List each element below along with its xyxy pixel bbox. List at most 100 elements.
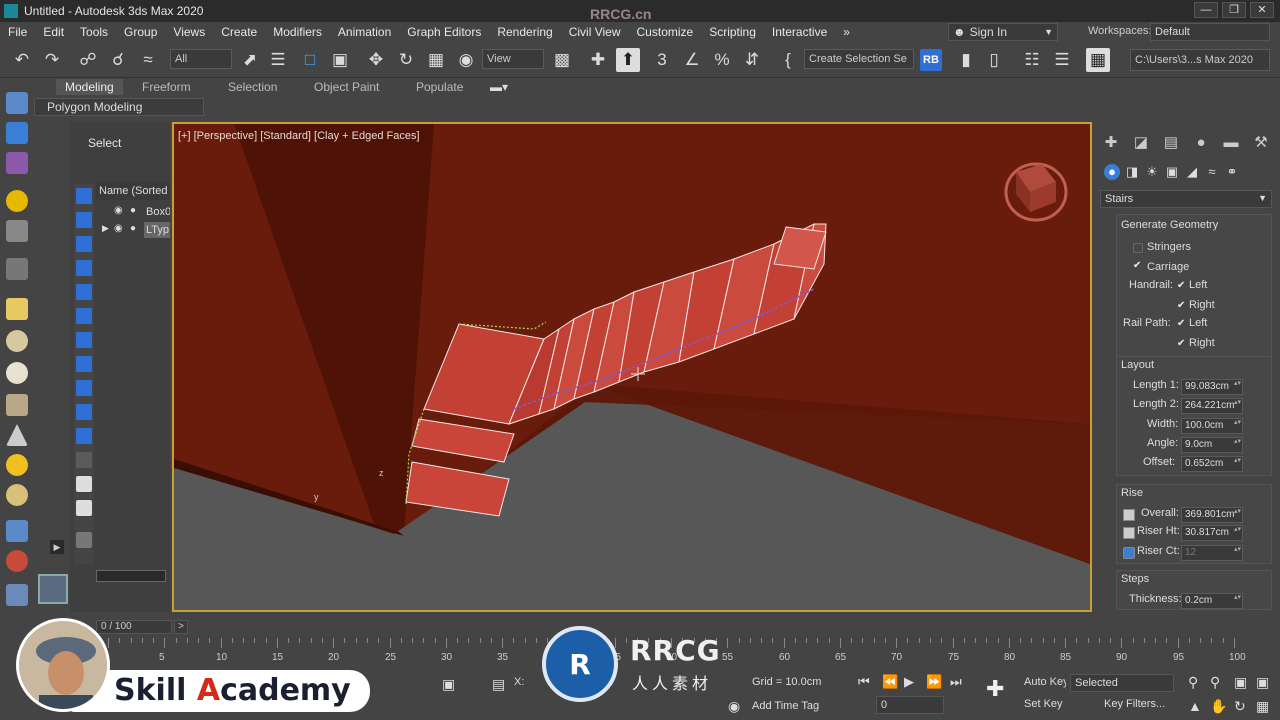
pivot-icon[interactable]: ▩ (550, 48, 574, 72)
placement-icon[interactable]: ◉ (454, 48, 478, 72)
project-path-field[interactable]: C:\Users\3...s Max 2020 (1130, 49, 1270, 71)
set-key-mode-icon[interactable]: ✚ (986, 676, 1004, 702)
plane-icon[interactable] (6, 298, 28, 320)
explorer-scrollbar[interactable] (96, 570, 166, 582)
name-column-header[interactable]: Name (Sorted A (96, 182, 170, 200)
pan-icon[interactable]: ✋ (1210, 698, 1227, 715)
keyboard-shortcut-icon[interactable]: ⬆ (616, 48, 640, 72)
rb-button[interactable]: RB (920, 49, 942, 71)
workspace-dropdown[interactable]: Default (1150, 23, 1270, 41)
auto-key-button[interactable]: Auto Key (1020, 674, 1066, 692)
tab-freeform[interactable]: Freeform (142, 80, 191, 94)
offset-spinner[interactable]: 0.652cm (1181, 456, 1243, 472)
fov-icon[interactable]: ▲ (1188, 698, 1202, 714)
handrail-left-checkbox[interactable]: ✔ (1177, 281, 1187, 291)
tab-selection[interactable]: Selection (228, 80, 277, 94)
menu-create[interactable]: Create (213, 25, 265, 39)
toggle-ribbon-icon[interactable]: ☰ (1050, 48, 1074, 72)
length1-spinner[interactable]: 99.083cm (1181, 379, 1243, 395)
expand-triangle-icon[interactable]: ▶ (102, 223, 109, 234)
filter-bones-icon[interactable] (76, 380, 92, 396)
previous-frame-icon[interactable]: ⏪ (882, 674, 898, 690)
filter-geometry-icon[interactable] (76, 188, 92, 204)
menu-animation[interactable]: Animation (330, 25, 399, 39)
sign-in-button[interactable]: ☻ Sign In ▼ (948, 23, 1058, 41)
angle-snap-icon[interactable]: ∠ (680, 48, 704, 72)
menu-interactive[interactable]: Interactive (764, 25, 835, 39)
menu-tools[interactable]: Tools (72, 25, 116, 39)
close-button[interactable]: ✕ (1250, 2, 1274, 18)
eye-icon[interactable]: ◉ (114, 205, 123, 216)
menu-modifiers[interactable]: Modifiers (265, 25, 330, 39)
layer-explorer-icon[interactable]: ☷ (1020, 48, 1044, 72)
render-icon[interactable]: ● (130, 223, 136, 234)
add-time-tag[interactable]: Add Time Tag (752, 700, 819, 712)
zoom-icon[interactable]: ⚲ (1188, 674, 1198, 691)
absolute-mode-icon[interactable]: ▤ (492, 676, 505, 693)
ribbon-options-icon[interactable]: ▬▾ (490, 80, 508, 94)
viewport-layout-tab[interactable] (38, 574, 68, 604)
create-tab-icon[interactable]: ✚ (1102, 134, 1120, 152)
filter-groups-icon[interactable] (76, 332, 92, 348)
rail-right-checkbox[interactable]: ✔ (1177, 339, 1187, 349)
rollout-title[interactable]: Generate Geometry (1121, 219, 1218, 231)
sun-icon[interactable] (6, 454, 28, 476)
riser-ht-spinner[interactable]: 30.817cm (1181, 525, 1243, 541)
cameras-icon[interactable]: ▣ (1164, 164, 1180, 180)
helpers-tab-icon[interactable]: ◢ (1184, 164, 1200, 180)
scene-icon[interactable] (6, 152, 28, 174)
riser-ht-lock-icon[interactable] (1123, 527, 1135, 539)
key-filters-button[interactable]: Key Filters... (1100, 696, 1176, 714)
render-icon[interactable]: ● (130, 205, 136, 216)
tab-modeling[interactable]: Modeling (56, 79, 123, 95)
spacewarp-icon[interactable] (6, 258, 28, 280)
filter-cameras-icon[interactable] (76, 260, 92, 276)
rotate-icon[interactable]: ↻ (394, 48, 418, 72)
rollout-title[interactable]: Steps (1121, 573, 1149, 585)
select-object-icon[interactable]: ⬈ (238, 48, 262, 72)
reference-coord-dropdown[interactable]: View (482, 49, 544, 69)
lights-icon[interactable]: ☀ (1144, 164, 1160, 180)
select-by-name-icon[interactable]: ☰ (266, 48, 290, 72)
rollout-title[interactable]: Layout (1121, 359, 1154, 371)
link-icon[interactable]: ☍ (76, 48, 100, 72)
overall-lock-icon[interactable] (1123, 509, 1135, 521)
systems-icon[interactable]: ⚭ (1224, 164, 1240, 180)
angle-spinner[interactable]: 9.0cm (1181, 437, 1243, 453)
selection-filter-dropdown[interactable]: All (170, 49, 232, 69)
light-icon[interactable] (6, 190, 28, 212)
overall-spinner[interactable]: 369.801cm (1181, 507, 1243, 523)
geometry-icon[interactable]: ● (1104, 164, 1120, 180)
skeleton-icon[interactable] (6, 584, 28, 606)
menu-customize[interactable]: Customize (629, 25, 702, 39)
carriage-checkbox[interactable]: ✔ (1133, 261, 1143, 271)
filter-shapes-icon[interactable] (76, 212, 92, 228)
explorer-row[interactable]: ◉ ● Box0 (96, 204, 170, 221)
filter-xrefs-icon[interactable] (76, 356, 92, 372)
particles-icon[interactable] (6, 520, 28, 542)
menu-graph-editors[interactable]: Graph Editors (399, 25, 489, 39)
dynamics-icon[interactable] (6, 550, 28, 572)
select-manipulate-icon[interactable]: ✚ (586, 48, 610, 72)
spinner-snap-icon[interactable]: ⇵ (740, 48, 764, 72)
create-icon[interactable] (6, 122, 28, 144)
torus-icon[interactable] (6, 362, 28, 384)
shapes-icon[interactable]: ◨ (1124, 164, 1140, 180)
perspective-viewport[interactable]: [+] [Perspective] [Standard] [Clay + Edg… (172, 122, 1092, 612)
go-to-end-icon[interactable]: ⏭ (950, 674, 962, 690)
object-type-dropdown[interactable]: Stairs ▼ (1100, 190, 1272, 208)
funnel-icon[interactable] (76, 532, 92, 548)
menu-rendering[interactable]: Rendering (489, 25, 560, 39)
handrail-right-checkbox[interactable]: ✔ (1177, 301, 1187, 311)
undo-icon[interactable]: ↶ (10, 48, 34, 72)
next-frame-icon[interactable]: ⏩ (926, 674, 942, 690)
play-icon[interactable]: ▶ (904, 674, 914, 690)
filter-containers-icon[interactable] (76, 404, 92, 420)
invert-display-icon[interactable] (76, 500, 92, 516)
riser-ct-lock-icon[interactable] (1123, 547, 1135, 559)
maximize-viewport-icon[interactable]: ▦ (1256, 698, 1269, 715)
explorer-row[interactable]: ▶ ◉ ● LTyp (96, 222, 170, 239)
set-key-button[interactable]: Set Key (1020, 696, 1066, 714)
length2-spinner[interactable]: 264.221cm (1181, 398, 1243, 414)
current-frame-field[interactable]: 0 (876, 696, 944, 714)
